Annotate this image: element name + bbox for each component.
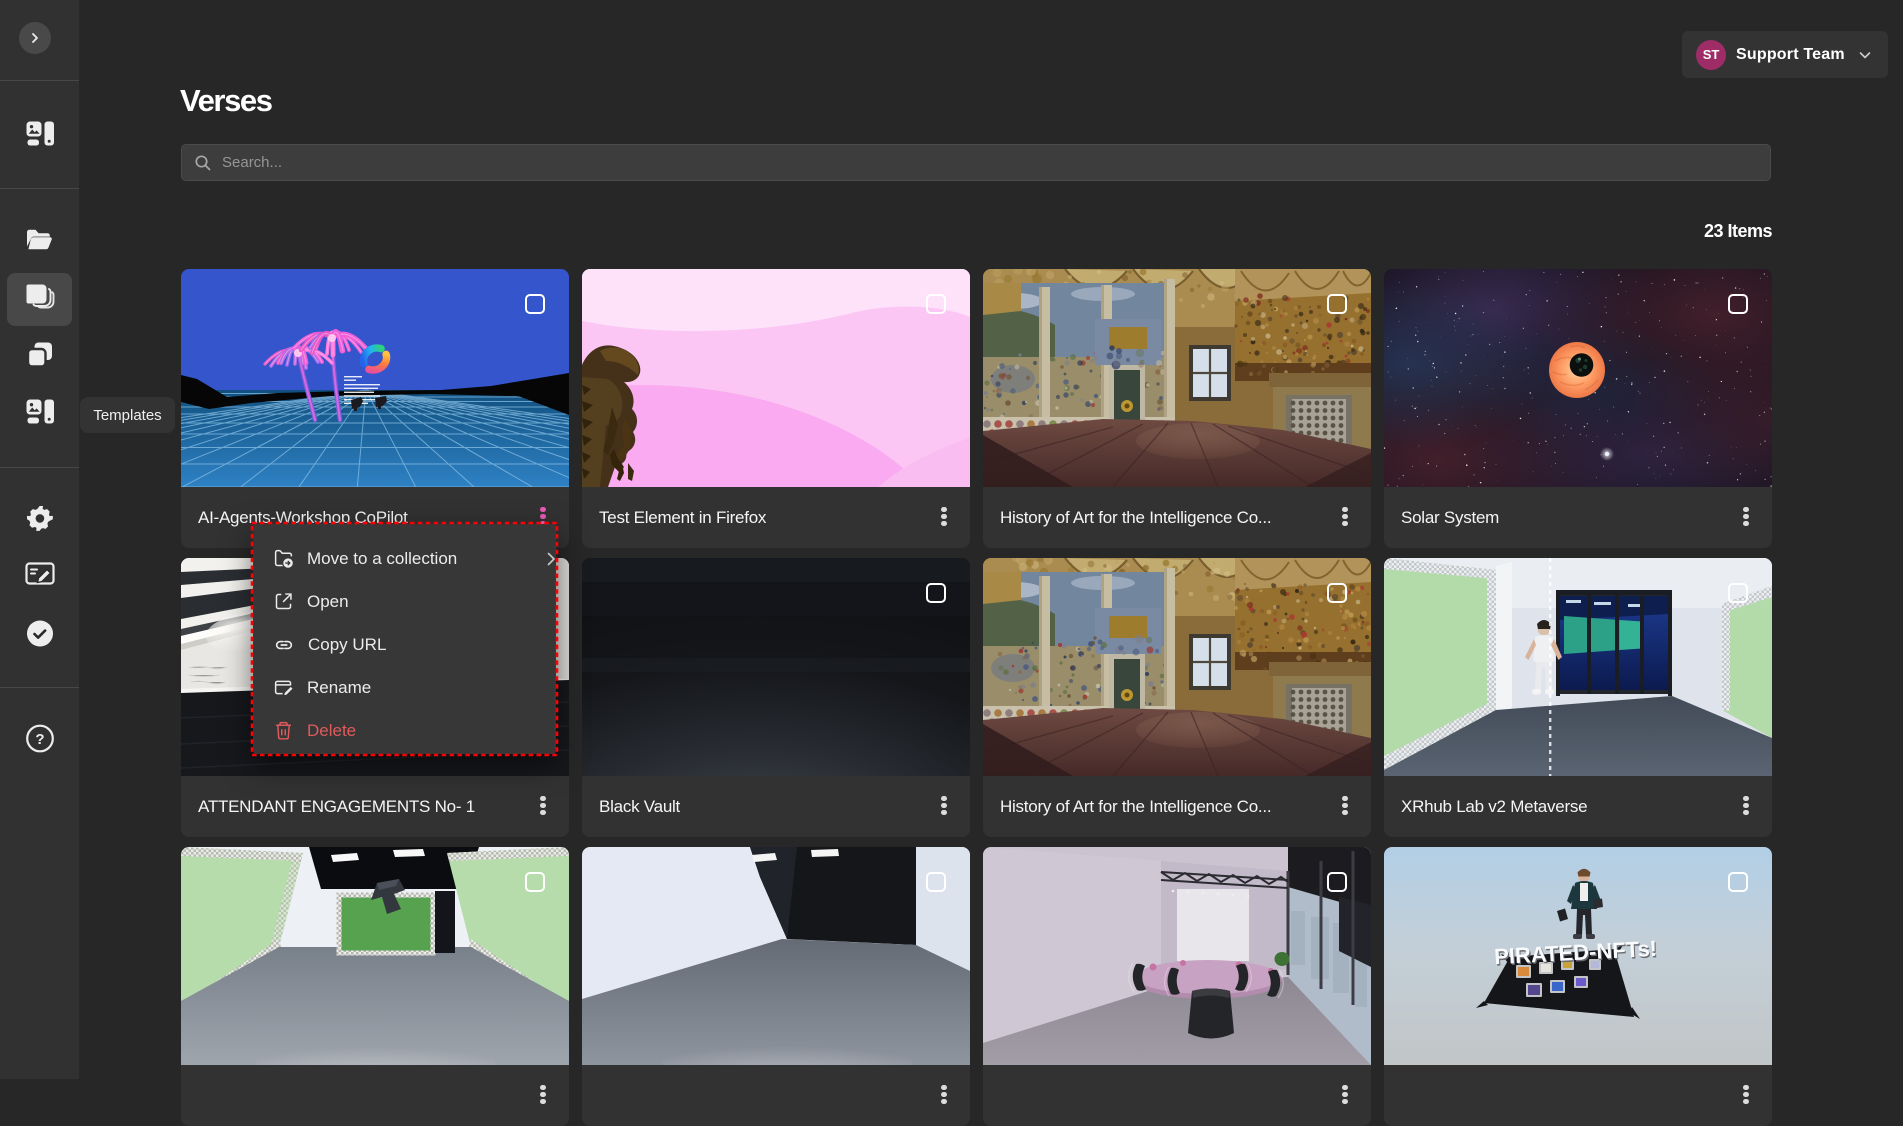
svg-text:?: ?: [35, 731, 44, 748]
